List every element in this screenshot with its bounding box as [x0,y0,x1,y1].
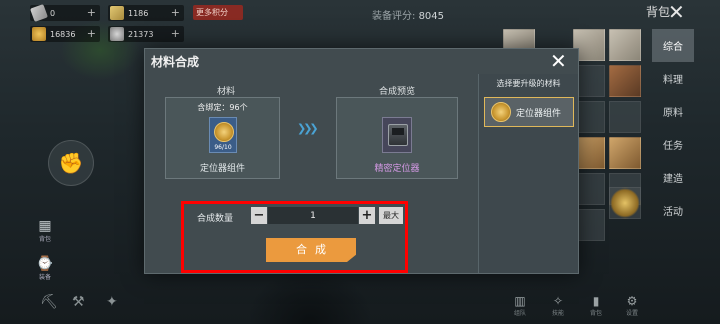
resource-gold: 16836 + [30,26,100,42]
skills-label: 技能 [551,310,564,317]
preview-header: 合成预览 [378,87,415,97]
sprint-icon[interactable]: ⛏ [40,294,58,310]
ticket-icon [110,6,124,20]
inventory-slot[interactable] [609,65,641,97]
equipment-icon: ⌚ [36,256,54,272]
backpack-icon: ▮ [592,294,600,308]
more-points-label: 更多积分 [196,8,228,17]
add-resource-button[interactable]: + [171,6,180,19]
resource-value: 0 [50,8,56,18]
tab-cooking[interactable]: 料理 [652,62,694,95]
highlight-box [181,201,408,273]
player-character [250,272,370,324]
resource-value: 16836 [50,29,76,39]
dialog-title: 材料合成 [151,55,200,69]
bag-label: 背包 [589,310,602,317]
add-resource-button[interactable]: + [87,6,96,19]
tab-building[interactable]: 建造 [652,161,694,194]
hud-equipment-label: 装备 [38,274,51,281]
equipment-score: 装备评分: 8045 [372,7,444,22]
resource-silver: 21373 + [108,26,184,42]
close-bag-icon[interactable]: ✕ [668,0,685,24]
preview-item[interactable] [382,117,412,153]
gear-icon: ⚙ [626,294,638,308]
inventory-slot[interactable] [609,137,641,169]
material-header: 材料 [216,87,235,97]
tab-events[interactable]: 活动 [652,194,694,227]
score-label: 装备评分: [372,11,416,22]
preview-name: 精密定位器 [374,164,420,174]
material-item[interactable]: 96/10 [209,117,237,153]
hud-bag-label: 背包 [38,236,51,243]
hud-equipment-button[interactable]: ⌚ 装备 [34,256,56,281]
inventory-slot[interactable] [609,29,641,61]
silver-coin-icon [110,27,124,41]
gold-coin-icon [32,27,46,41]
settings-button[interactable]: ⚙ 设置 [620,294,644,317]
side-list-header: 选择要升级的材料 [496,79,561,88]
skills-icon: ✧ [552,294,564,308]
add-resource-button[interactable]: + [171,27,180,40]
add-resource-button[interactable]: + [87,27,96,40]
axe-icon[interactable]: ⚒ [72,294,85,310]
more-points-button[interactable]: 更多积分 [193,5,243,20]
resource-value: 21373 [128,29,154,39]
team-button[interactable]: ▥ 组队 [508,294,532,317]
list-item-locator-component[interactable]: 定位器组件 [484,97,574,127]
tab-general[interactable]: 综合 [652,29,694,62]
locator-component-icon [214,122,234,142]
inventory-slot[interactable] [609,101,641,133]
skills-button[interactable]: ✧ 技能 [546,294,570,317]
team-icon: ▥ [514,294,526,308]
bag-title: 背包 [646,5,671,19]
hud-bag-button[interactable]: ▦ 背包 [34,218,56,243]
settings-label: 设置 [625,310,638,317]
material-name: 定位器组件 [199,164,245,174]
material-quantity: 96/10 [214,144,232,151]
precision-locator-icon [388,124,408,146]
material-card: 含绑定：96个 96/10 定位器组件 [165,97,280,179]
arrow-right-icon: ❯❯❯ [297,122,319,135]
fist-icon: ✊ [58,151,84,175]
tab-quest[interactable]: 任务 [652,128,694,161]
bag-button[interactable]: ▮ 背包 [584,294,608,317]
score-value: 8045 [418,11,445,22]
upgrade-material-list: 选择要升级的材料 定位器组件 [478,74,578,273]
close-icon[interactable]: ✕ [550,50,567,72]
resource-ticket: 1186 + [108,5,184,21]
tab-raw-materials[interactable]: 原料 [652,95,694,128]
paper-icon [30,4,48,22]
team-label: 组队 [513,310,526,317]
category-tabs: 综合 料理 原料 任务 建造 活动 [652,29,694,227]
tool-icon[interactable]: ✦ [106,294,118,310]
preview-card: 精密定位器 [336,97,458,179]
attack-button[interactable]: ✊ [48,140,94,186]
resource-value: 1186 [128,8,149,18]
material-count: 含绑定：96个 [197,103,248,112]
bag-icon: ▦ [38,218,52,234]
list-item-label: 定位器组件 [516,108,562,119]
locator-component-icon [491,102,511,122]
inventory-slot[interactable] [609,187,641,219]
resource-paper: 0 + [30,4,100,22]
